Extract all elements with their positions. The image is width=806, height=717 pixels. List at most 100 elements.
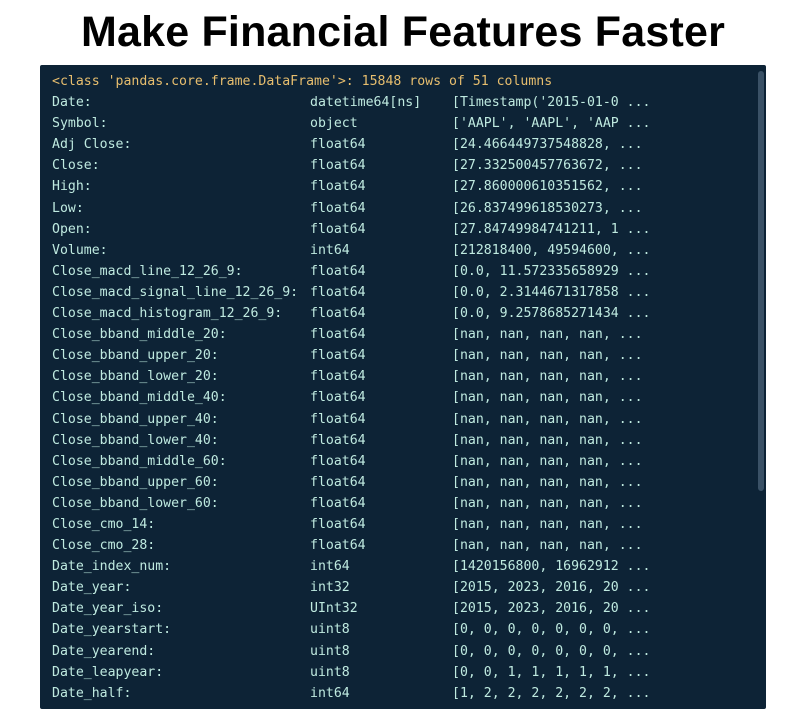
column-sample: ['AAPL', 'AAPL', 'AAP ... [452,113,756,134]
column-sample: [0, 0, 0, 0, 0, 0, 0, ... [452,641,756,662]
column-name: High: [52,176,310,197]
df-column-row: Volume:int64[212818400, 49594600, ... [52,240,756,261]
scrollbar-thumb[interactable] [758,71,764,491]
column-name: Close_macd_line_12_26_9: [52,261,310,282]
column-dtype: datetime64[ns] [310,92,452,113]
column-dtype: float64 [310,261,452,282]
df-column-row: Date_half:int64[1, 2, 2, 2, 2, 2, 2, ... [52,683,756,704]
column-dtype: uint8 [310,662,452,683]
terminal-output: <class 'pandas.core.frame.DataFrame'>: 1… [40,65,766,709]
column-sample: [nan, nan, nan, nan, ... [452,366,756,387]
column-name: Close_cmo_28: [52,535,310,556]
column-sample: [nan, nan, nan, nan, ... [452,514,756,535]
column-name: Close_bband_lower_40: [52,430,310,451]
column-sample: [1, 2, 2, 2, 2, 2, 2, ... [452,683,756,704]
df-column-row: Symbol:object['AAPL', 'AAPL', 'AAP ... [52,113,756,134]
column-sample: [1420156800, 16962912 ... [452,556,756,577]
df-column-row: Close_bband_upper_20:float64[nan, nan, n… [52,345,756,366]
column-sample: [nan, nan, nan, nan, ... [452,430,756,451]
page-title: Make Financial Features Faster [0,8,806,57]
df-column-row: Adj Close:float64[24.466449737548828, ..… [52,134,756,155]
column-dtype: int64 [310,556,452,577]
df-column-row: Date_year_iso:UInt32[2015, 2023, 2016, 2… [52,598,756,619]
df-column-row: Close_bband_upper_60:float64[nan, nan, n… [52,472,756,493]
df-column-row: High:float64[27.860000610351562, ... [52,176,756,197]
column-sample: [0.0, 9.2578685271434 ... [452,303,756,324]
column-sample: [nan, nan, nan, nan, ... [452,451,756,472]
column-dtype: float64 [310,198,452,219]
column-name: Date_yearend: [52,641,310,662]
column-dtype: float64 [310,134,452,155]
column-dtype: float64 [310,155,452,176]
df-column-row: Date_yearend:uint8[0, 0, 0, 0, 0, 0, 0, … [52,641,756,662]
df-column-row: Close_bband_middle_60:float64[nan, nan, … [52,451,756,472]
column-dtype: float64 [310,451,452,472]
df-column-row: Close_bband_lower_40:float64[nan, nan, n… [52,430,756,451]
column-name: Date_leapyear: [52,662,310,683]
column-dtype: float64 [310,493,452,514]
column-sample: [27.860000610351562, ... [452,176,756,197]
column-sample: [nan, nan, nan, nan, ... [452,493,756,514]
column-sample: [Timestamp('2015-01-0 ... [452,92,756,113]
df-column-row: Open:float64[27.84749984741211, 1 ... [52,219,756,240]
column-dtype: float64 [310,430,452,451]
df-column-row: Date_yearstart:uint8[0, 0, 0, 0, 0, 0, 0… [52,619,756,640]
df-column-row: Close_cmo_14:float64[nan, nan, nan, nan,… [52,514,756,535]
column-sample: [27.84749984741211, 1 ... [452,219,756,240]
column-dtype: float64 [310,535,452,556]
column-sample: [27.332500457763672, ... [452,155,756,176]
column-dtype: int32 [310,577,452,598]
column-dtype: float64 [310,472,452,493]
column-dtype: float64 [310,514,452,535]
column-name: Symbol: [52,113,310,134]
column-name: Date: [52,92,310,113]
column-sample: [0, 0, 0, 0, 0, 0, 0, ... [452,619,756,640]
column-dtype: float64 [310,387,452,408]
column-name: Close_cmo_14: [52,514,310,535]
column-name: Close_bband_lower_20: [52,366,310,387]
column-name: Close: [52,155,310,176]
column-sample: [nan, nan, nan, nan, ... [452,324,756,345]
column-name: Date_half: [52,683,310,704]
df-column-row: Date_leapyear:uint8[0, 0, 1, 1, 1, 1, 1,… [52,662,756,683]
column-sample: [24.466449737548828, ... [452,134,756,155]
column-sample: [nan, nan, nan, nan, ... [452,409,756,430]
df-column-row: Low:float64[26.837499618530273, ... [52,198,756,219]
df-column-row: Close_bband_lower_60:float64[nan, nan, n… [52,493,756,514]
column-dtype: float64 [310,345,452,366]
column-name: Close_bband_upper_60: [52,472,310,493]
column-sample: [26.837499618530273, ... [452,198,756,219]
column-dtype: float64 [310,409,452,430]
column-name: Close_bband_upper_40: [52,409,310,430]
df-column-row: Date:datetime64[ns][Timestamp('2015-01-0… [52,92,756,113]
scrollbar-track[interactable] [758,71,764,703]
column-dtype: float64 [310,366,452,387]
column-sample: [nan, nan, nan, nan, ... [452,387,756,408]
column-sample: [nan, nan, nan, nan, ... [452,345,756,366]
column-name: Close_bband_upper_20: [52,345,310,366]
column-name: Low: [52,198,310,219]
column-sample: [0.0, 2.3144671317858 ... [452,282,756,303]
column-dtype: UInt32 [310,598,452,619]
column-dtype: int64 [310,240,452,261]
column-name: Volume: [52,240,310,261]
column-dtype: uint8 [310,619,452,640]
df-summary-header: <class 'pandas.core.frame.DataFrame'>: 1… [52,71,756,92]
column-dtype: object [310,113,452,134]
df-column-row: Close_bband_lower_20:float64[nan, nan, n… [52,366,756,387]
column-dtype: float64 [310,176,452,197]
column-dtype: uint8 [310,641,452,662]
df-column-row: Close_macd_line_12_26_9:float64[0.0, 11.… [52,261,756,282]
df-column-row: Close:float64[27.332500457763672, ... [52,155,756,176]
df-column-row: Close_bband_upper_40:float64[nan, nan, n… [52,409,756,430]
column-name: Date_index_num: [52,556,310,577]
column-sample: [2015, 2023, 2016, 20 ... [452,598,756,619]
column-name: Date_year: [52,577,310,598]
column-dtype: float64 [310,324,452,345]
df-column-row: Close_bband_middle_40:float64[nan, nan, … [52,387,756,408]
df-column-row: Close_macd_signal_line_12_26_9:float64[0… [52,282,756,303]
column-dtype: float64 [310,303,452,324]
column-name: Adj Close: [52,134,310,155]
column-dtype: float64 [310,282,452,303]
column-name: Close_macd_signal_line_12_26_9: [52,282,310,303]
